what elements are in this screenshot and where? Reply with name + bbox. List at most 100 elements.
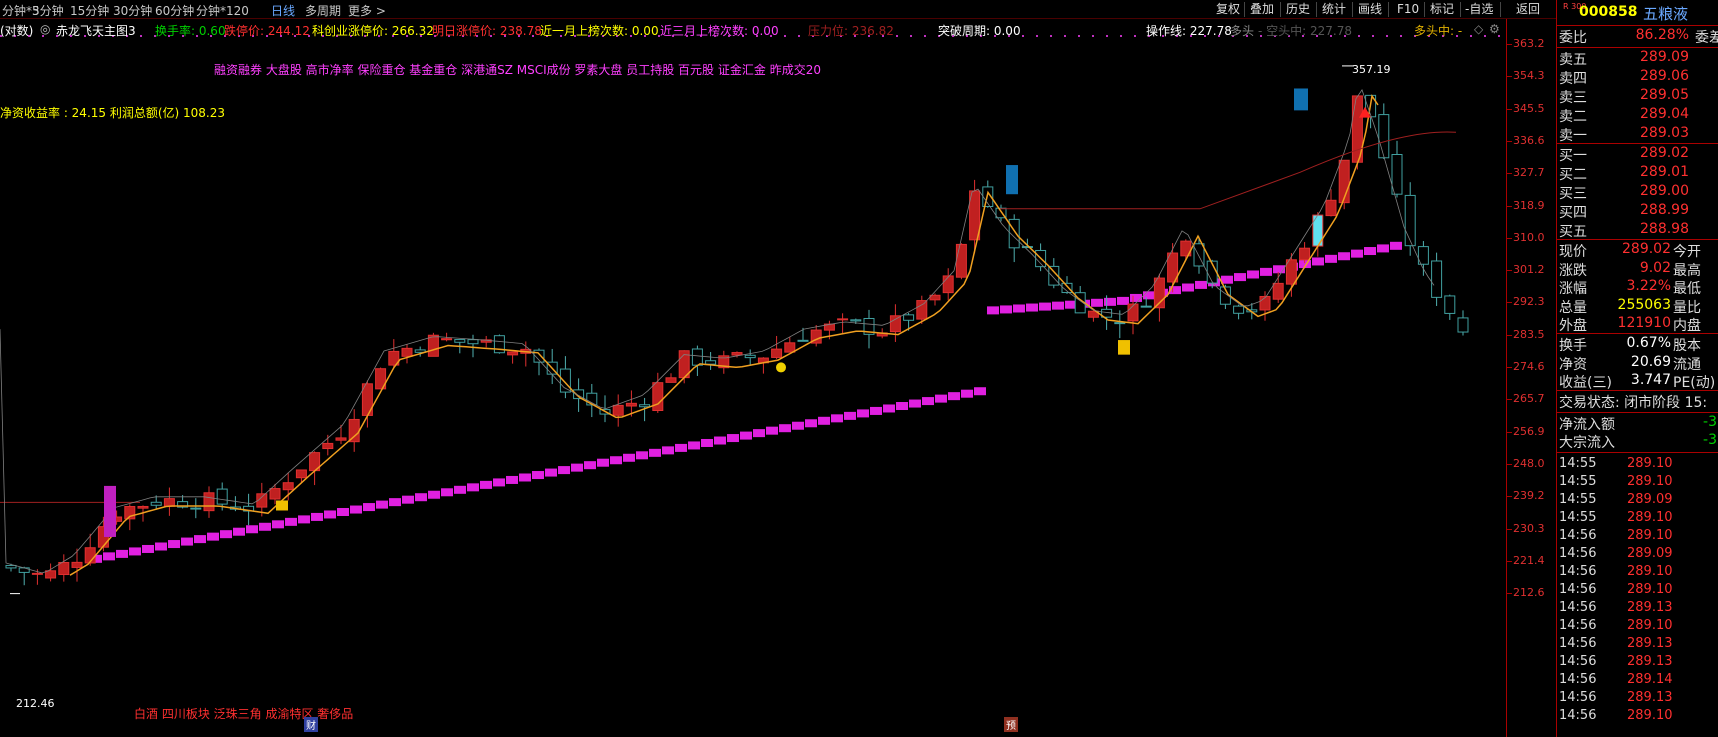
candle [691, 348, 703, 366]
candle [1299, 247, 1311, 261]
ask-row: 卖五 289.09 [1557, 49, 1718, 68]
tick-row: 14:56 289.09 [1557, 546, 1718, 564]
support-step [389, 498, 401, 507]
support-step [688, 441, 700, 450]
support-step [636, 451, 648, 460]
add-watchlist-button[interactable]: -自选 [1461, 1, 1497, 18]
candle [269, 488, 281, 500]
stat-label: 外盘 [1559, 318, 1587, 334]
axis-tick-mark [1507, 399, 1512, 401]
divider [1388, 2, 1389, 17]
forecast-event-tag[interactable]: 预 [1004, 717, 1018, 732]
divider [1352, 2, 1353, 17]
candle [150, 501, 162, 506]
bid-row: 买二 289.01 [1557, 164, 1718, 183]
period-60min[interactable]: 60分钟 [155, 2, 194, 19]
stat-row: 现价 289.02 今开 [1557, 241, 1718, 260]
short-mid-label: - 空头中: 227.78 [1258, 24, 1352, 38]
candle [850, 319, 862, 322]
axis-tick-mark [1507, 496, 1512, 498]
support-step [571, 463, 583, 472]
divider [1244, 2, 1245, 17]
stock-name: 五粮液 [1643, 5, 1689, 23]
candle [929, 294, 941, 301]
ask-row: 卖二 289.04 [1557, 106, 1718, 125]
history-button[interactable]: 历史 [1282, 1, 1314, 18]
period-multi[interactable]: 多周期 [305, 2, 341, 19]
diamond-icon[interactable]: ◇ [1474, 22, 1483, 36]
bid-price: 289.01 [1640, 164, 1689, 180]
tick-row: 14:56 289.10 [1557, 618, 1718, 636]
settings-icon[interactable]: ⚙ [1489, 22, 1500, 36]
candle [625, 402, 637, 407]
candle [639, 404, 651, 408]
stat-label: 换手 [1559, 338, 1587, 354]
axis-tick-mark [1507, 76, 1512, 78]
axis-tick-mark [1507, 140, 1512, 142]
period-15min[interactable]: 15分钟 [70, 2, 109, 19]
sector-tags: 白酒 四川板块 泛珠三角 成渝特区 奢侈品 [134, 707, 354, 721]
kline-chart[interactable]: (对数) ◎ 赤龙飞天主图3 换手率: 0.60 跌停价: 244.12 科创业… [0, 19, 1506, 737]
stat-value: 0.67% [1626, 335, 1671, 351]
draw-line-button[interactable]: 画线 [1354, 1, 1386, 18]
flow-row: 大宗流入 -3 [1557, 432, 1718, 451]
tick-time: 14:56 [1559, 690, 1597, 705]
period-more[interactable]: 更多 > [348, 2, 386, 19]
candle [427, 334, 439, 357]
support-step [792, 421, 804, 430]
stat-label: 涨跌 [1559, 262, 1587, 279]
signal-block [276, 500, 288, 511]
support-step [870, 406, 882, 415]
indicator-settings-icon[interactable]: ◎ [40, 22, 50, 36]
ask-level-label: 卖一 [1559, 128, 1587, 144]
restore-rights-button[interactable]: 复权 [1212, 1, 1244, 18]
candle [507, 351, 519, 356]
support-step [766, 426, 778, 435]
stat-value: 255063 [1617, 296, 1671, 313]
statistics-button[interactable]: 统计 [1318, 1, 1350, 18]
support-step [597, 458, 609, 467]
stat-row: 外盘 121910 内盘 [1557, 315, 1718, 334]
tick-time: 14:56 [1559, 708, 1597, 723]
axis-tick-label: 327.7 [1513, 166, 1545, 180]
support-step [558, 466, 570, 475]
month-list-count: 近一月上榜次数: 0.00 [540, 24, 659, 38]
overlay-button[interactable]: 叠加 [1246, 1, 1278, 18]
tick-price: 289.10 [1627, 456, 1673, 471]
mark-button[interactable]: 标记 [1426, 1, 1458, 18]
f10-button[interactable]: F10 [1393, 1, 1423, 18]
price-line [0, 89, 1435, 574]
support-step [1195, 280, 1207, 289]
axis-tick-mark [1507, 270, 1512, 272]
support-step [168, 540, 180, 549]
period-daily[interactable]: 日线 [271, 2, 295, 19]
candle [797, 339, 809, 342]
tick-row: 14:56 289.13 [1557, 636, 1718, 654]
support-step [909, 399, 921, 408]
support-step [129, 547, 141, 556]
support-step [974, 387, 986, 396]
support-step [623, 453, 635, 462]
candle [1140, 305, 1152, 308]
support-step [1130, 293, 1142, 302]
tick-price: 289.10 [1627, 582, 1673, 597]
period-120min[interactable]: 分钟*120 [196, 2, 249, 19]
candle [467, 339, 479, 345]
candle [58, 561, 70, 576]
support-step [181, 537, 193, 546]
tick-time: 14:56 [1559, 636, 1597, 651]
finance-event-tag[interactable]: 财 [304, 717, 318, 732]
support-step [467, 483, 479, 492]
period-30min[interactable]: 30分钟 [113, 2, 152, 19]
support-step [272, 520, 284, 529]
candle [1404, 194, 1416, 247]
candle [1233, 305, 1245, 314]
candle [441, 338, 453, 341]
candle [1431, 260, 1443, 298]
tick-row: 14:55 289.10 [1557, 510, 1718, 528]
period-5min[interactable]: 5分钟 [32, 2, 64, 19]
support-step [844, 411, 856, 420]
back-button[interactable]: 返回 [1512, 1, 1544, 18]
ask-row: 卖三 289.05 [1557, 87, 1718, 106]
main-indicator-name[interactable]: 赤龙飞天主图3 [56, 22, 136, 39]
